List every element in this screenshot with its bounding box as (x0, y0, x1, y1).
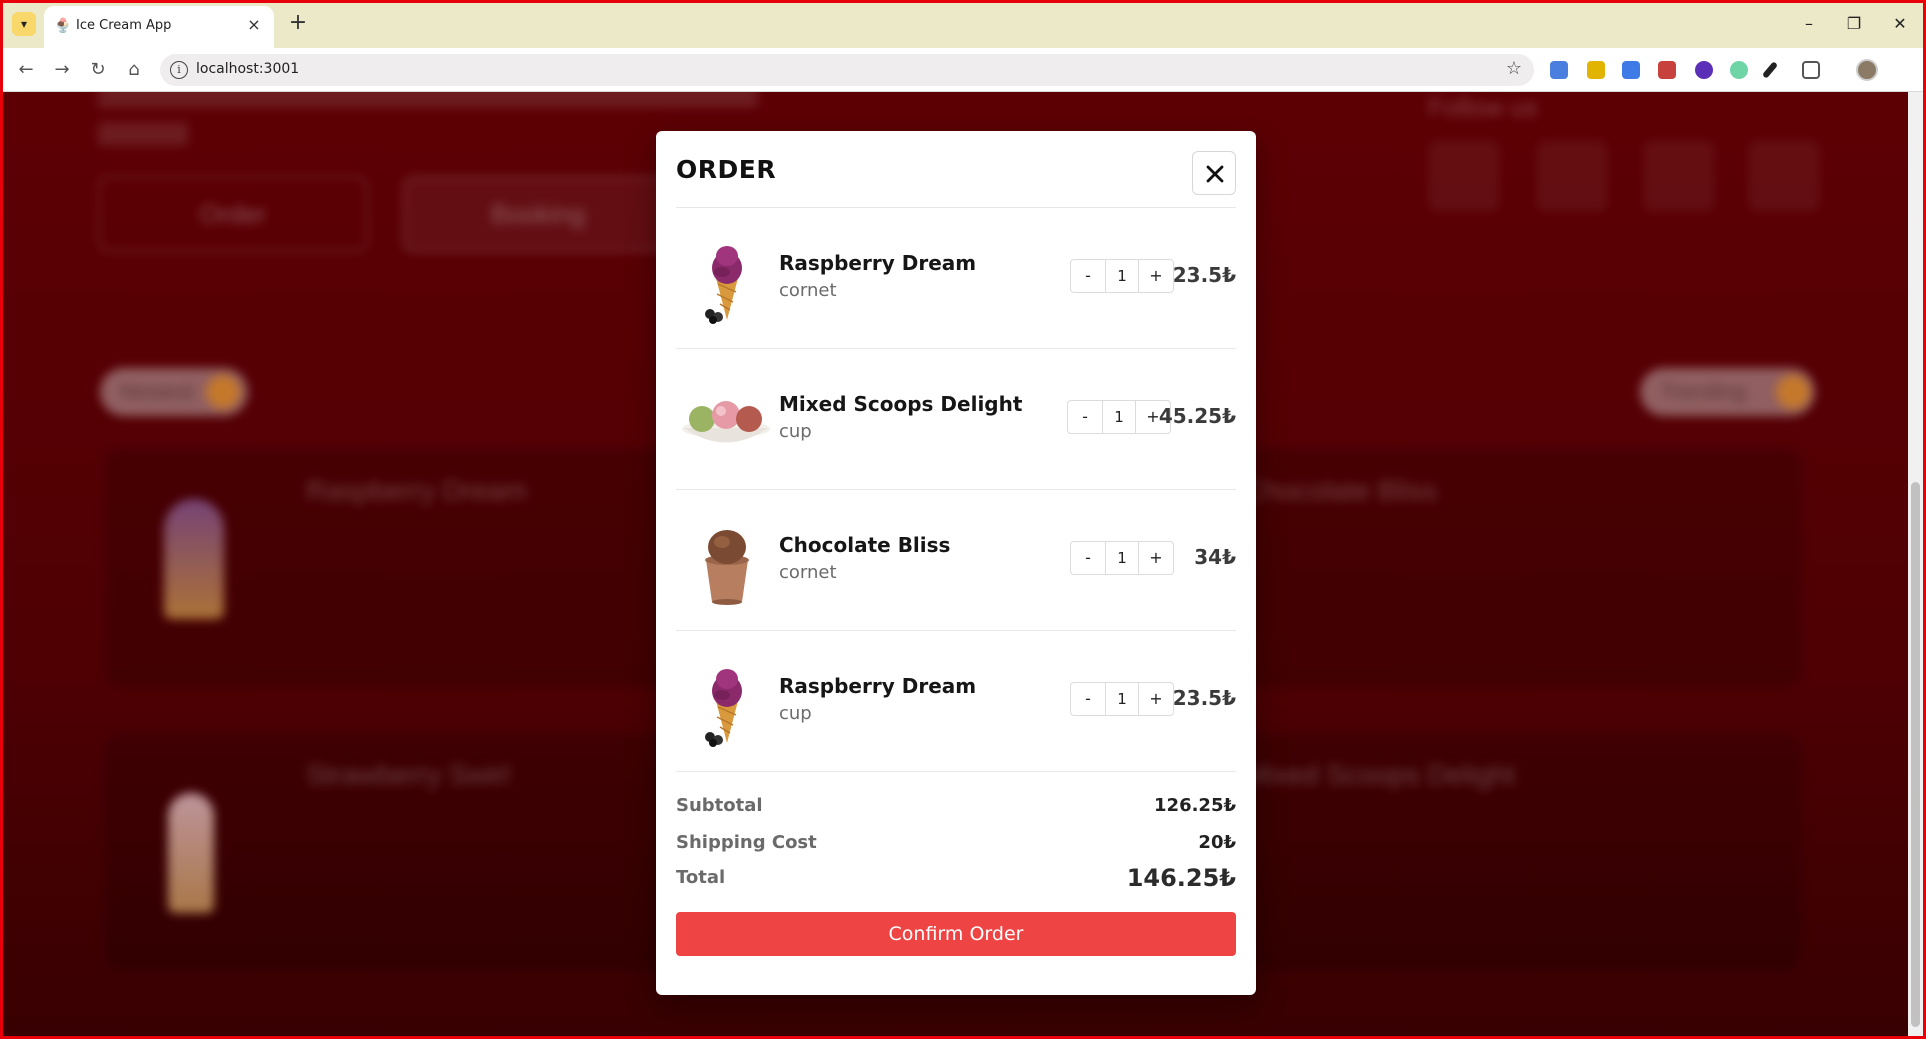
item-type: cup (779, 703, 812, 724)
decrease-button[interactable]: - (1071, 260, 1105, 292)
mixed-scoops-bowl-image (682, 401, 770, 443)
browser-tabbar: ▾ 🍨 Ice Cream App × + – ❐ ✕ (0, 0, 1926, 48)
item-price: 34₺ (1194, 545, 1236, 569)
tab-search-button[interactable]: ▾ (12, 12, 36, 36)
item-type: cornet (779, 562, 837, 583)
decrease-button[interactable]: - (1071, 683, 1105, 715)
extension-icon-2[interactable] (1587, 61, 1605, 79)
order-item: Raspberry Dream cornet - 1 + 23.5₺ (676, 208, 1236, 348)
item-name: Raspberry Dream (779, 674, 977, 698)
decrease-button[interactable]: - (1068, 401, 1102, 433)
divider (676, 771, 1236, 772)
item-name: Raspberry Dream (779, 251, 977, 275)
item-type: cornet (779, 280, 837, 301)
close-icon (1206, 165, 1224, 183)
translate-extension-icon[interactable] (1550, 61, 1568, 79)
subtotal-label: Subtotal (676, 795, 763, 816)
item-type: cup (779, 421, 812, 442)
raspberry-cone-image (705, 669, 742, 747)
quantity-stepper: - 1 + (1070, 682, 1174, 716)
total-value: 146.25₺ (1126, 864, 1236, 892)
eyedropper-icon[interactable] (1761, 61, 1779, 79)
new-tab-button[interactable]: + (286, 12, 310, 36)
order-item: Raspberry Dream cup - 1 + 23.5₺ (676, 631, 1236, 771)
scrollbar-thumb[interactable] (1911, 482, 1920, 1027)
tab-title: Ice Cream App (76, 18, 172, 33)
home-icon[interactable]: ⌂ (122, 58, 146, 82)
site-info-icon[interactable]: i (170, 61, 188, 79)
forward-icon[interactable]: → (50, 58, 74, 82)
increase-button[interactable]: + (1139, 260, 1173, 292)
minimize-icon[interactable]: – (1797, 12, 1821, 36)
total-label: Total (676, 867, 726, 888)
back-icon[interactable]: ← (14, 58, 38, 82)
quantity-stepper: - 1 + (1067, 400, 1171, 434)
tab-close-icon[interactable]: × (244, 15, 264, 35)
decrease-button[interactable]: - (1071, 542, 1105, 574)
profile-avatar[interactable] (1856, 59, 1878, 81)
browser-tab-active[interactable]: 🍨 Ice Cream App × (44, 6, 274, 48)
increase-button[interactable]: + (1139, 683, 1173, 715)
ice-cream-favicon-icon: 🍨 (54, 18, 72, 34)
extensions-puzzle-icon[interactable] (1802, 61, 1820, 79)
address-bar[interactable]: i localhost:3001 ☆ (160, 54, 1534, 86)
item-price: 23.5₺ (1172, 686, 1236, 710)
window-close-icon[interactable]: ✕ (1888, 12, 1912, 36)
order-modal: ORDER Raspberry Dream cornet - 1 + 23.5₺ (656, 131, 1256, 995)
address-toolbar: ← → ↻ ⌂ i localhost:3001 ☆ (0, 48, 1926, 92)
bookmark-star-icon[interactable]: ☆ (1506, 58, 1522, 79)
item-price: 23.5₺ (1172, 263, 1236, 287)
item-name: Mixed Scoops Delight (779, 392, 1023, 416)
quantity-stepper: - 1 + (1070, 259, 1174, 293)
shipping-value: 20₺ (1198, 832, 1236, 853)
extension-icon-3[interactable] (1622, 61, 1640, 79)
extension-icon-4[interactable] (1658, 61, 1676, 79)
extension-icon-5[interactable] (1695, 61, 1713, 79)
item-name: Chocolate Bliss (779, 533, 951, 557)
url-text[interactable]: localhost:3001 (196, 61, 299, 77)
close-modal-button[interactable] (1192, 151, 1236, 195)
quantity-value: 1 (1105, 683, 1139, 715)
order-item: Chocolate Bliss cornet - 1 + 34₺ (676, 490, 1236, 630)
page-scrollbar[interactable] (1908, 92, 1923, 1036)
item-price: 45.25₺ (1158, 404, 1236, 428)
increase-button[interactable]: + (1139, 542, 1173, 574)
restore-icon[interactable]: ❐ (1842, 12, 1866, 36)
quantity-value: 1 (1105, 542, 1139, 574)
reload-icon[interactable]: ↻ (86, 58, 110, 82)
quantity-value: 1 (1105, 260, 1139, 292)
chocolate-cup-image (705, 530, 749, 605)
modal-title: ORDER (676, 155, 777, 184)
shipping-label: Shipping Cost (676, 832, 817, 853)
extension-icon-6[interactable] (1730, 61, 1748, 79)
order-item: Mixed Scoops Delight cup - 1 + 45.25₺ (676, 349, 1236, 489)
quantity-value: 1 (1102, 401, 1136, 433)
quantity-stepper: - 1 + (1070, 541, 1174, 575)
subtotal-value: 126.25₺ (1154, 795, 1236, 816)
confirm-order-button[interactable]: Confirm Order (676, 912, 1236, 956)
raspberry-cone-image (705, 246, 742, 324)
